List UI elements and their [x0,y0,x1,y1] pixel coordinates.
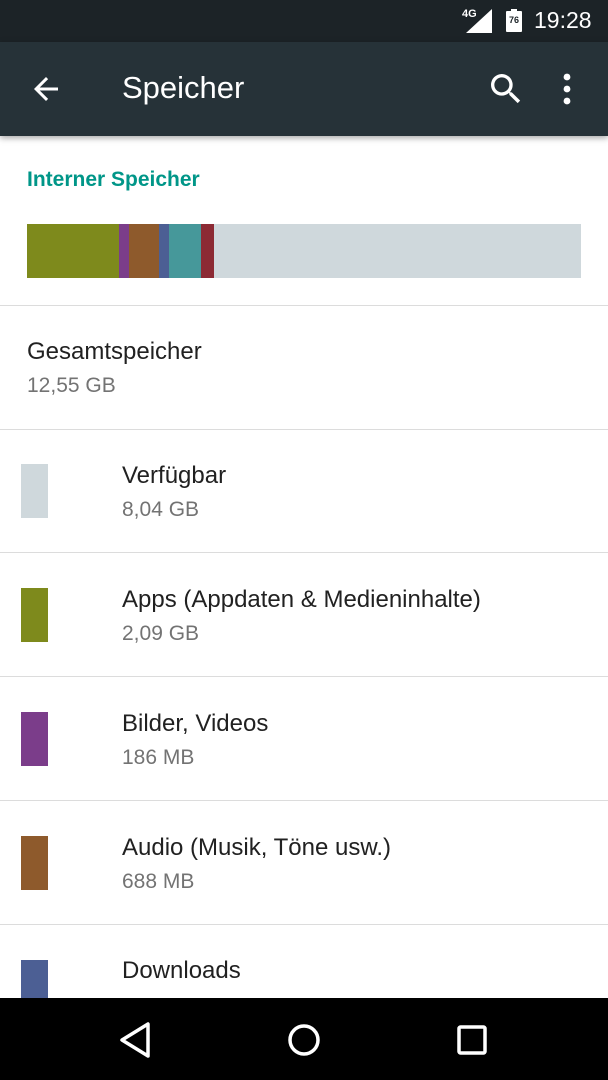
item-label: Apps (Appdaten & Medieninhalte) [122,586,481,613]
divider [0,924,608,925]
status-bar: 4G 76 19:28 [0,0,608,42]
usage-segment [168,224,201,278]
divider [0,552,608,553]
usage-segment [129,224,159,278]
back-arrow-icon[interactable] [28,71,64,107]
usage-segment [118,224,130,278]
nav-home-icon[interactable] [280,1016,328,1064]
divider [0,305,608,306]
color-swatch [21,712,48,766]
usage-segment [158,224,169,278]
section-title: Interner Speicher [27,168,200,191]
item-label: Verfügbar [122,462,227,489]
navigation-bar [0,998,608,1080]
total-storage-label: Gesamtspeicher [27,338,202,365]
item-label: Downloads [122,957,241,984]
divider [0,676,608,677]
color-swatch [21,588,48,642]
app-bar: Speicher [0,42,608,136]
more-vert-icon[interactable] [552,69,582,109]
item-value: 186 MB [122,746,195,769]
battery-level: 76 [508,15,519,25]
item-label: Audio (Musik, Töne usw.) [122,834,392,861]
clock: 19:28 [534,7,592,33]
total-storage-value: 12,55 GB [27,374,116,397]
page-title: Speicher [122,70,245,105]
nav-recents-icon[interactable] [448,1016,496,1064]
divider [0,800,608,801]
item-value: 2,09 GB [122,622,200,645]
usage-segment [200,224,215,278]
divider [0,429,608,430]
signal-icon [466,9,492,33]
usage-segment [214,224,581,278]
battery-icon: 76 [506,9,522,32]
item-value: 688 MB [122,870,195,893]
usage-segment [27,224,119,278]
storage-usage-bar [27,224,581,278]
color-swatch [21,464,48,518]
color-swatch [21,836,48,890]
item-label: Bilder, Videos [122,710,269,737]
nav-back-icon[interactable] [112,1016,160,1064]
item-value: 8,04 GB [122,498,200,521]
search-icon[interactable] [486,69,526,109]
